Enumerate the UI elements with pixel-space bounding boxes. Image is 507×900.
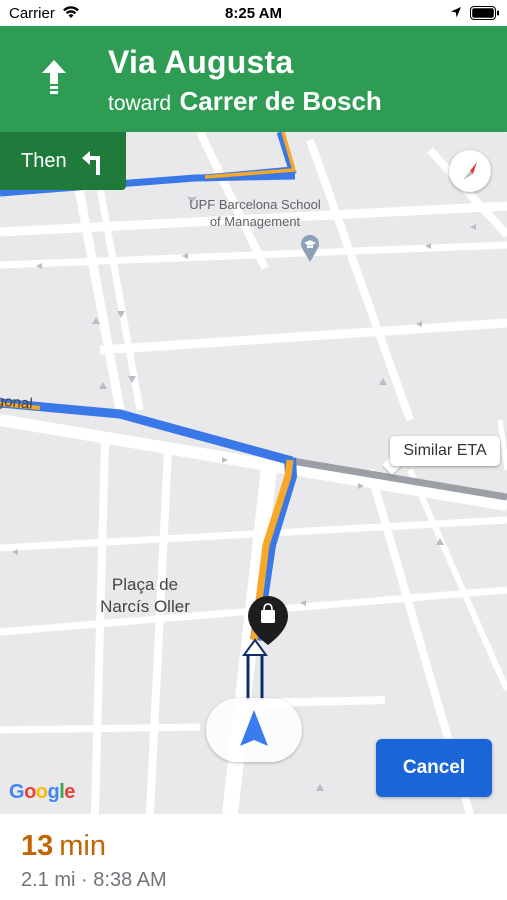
current-street: Via Augusta — [108, 44, 294, 80]
place-label-line2: Narcís Oller — [100, 597, 190, 616]
duration-unit: min — [59, 830, 106, 862]
street-label: gonal — [0, 392, 34, 413]
battery-icon — [470, 6, 500, 25]
next-maneuver[interactable]: Then — [0, 132, 126, 190]
compass-button[interactable] — [449, 150, 491, 192]
poi-label[interactable]: UPF Barcelona School of Management — [170, 196, 340, 230]
status-bar: Carrier 8:25 AM — [0, 0, 507, 26]
navigation-arrow-icon — [240, 710, 268, 746]
logo-letter: o — [24, 781, 36, 803]
turn-left-icon — [80, 148, 106, 181]
compass-icon — [463, 162, 477, 180]
arrival-time: 8:38 AM — [93, 869, 167, 891]
current-location-puck — [206, 698, 302, 762]
similar-eta-bubble[interactable]: Similar ETA — [390, 436, 500, 466]
toward-label: toward — [108, 92, 172, 115]
poi-label-line1: UPF Barcelona School — [189, 197, 321, 212]
logo-letter: g — [47, 781, 60, 803]
trip-details: 2.1 mi · 8:38 AM — [21, 869, 167, 892]
place-label: Plaça de Narcís Oller — [82, 574, 208, 618]
clock: 8:25 AM — [225, 5, 282, 22]
google-logo: Google — [9, 781, 75, 804]
place-label-line1: Plaça de — [111, 575, 179, 594]
separator-dot: · — [81, 869, 88, 891]
toward-row: toward Carrer de Bosch — [108, 86, 382, 117]
logo-letter: o — [35, 781, 48, 803]
logo-letter: e — [64, 781, 75, 803]
cancel-button[interactable]: Cancel — [376, 739, 492, 797]
duration-value: 13 — [21, 830, 54, 862]
navigation-banner[interactable]: Via Augusta toward Carrer de Bosch — [0, 26, 507, 132]
toward-street: Carrer de Bosch — [179, 86, 382, 116]
straight-arrow-icon — [38, 58, 70, 101]
logo-letter: G — [9, 781, 25, 803]
trip-distance: 2.1 mi — [21, 869, 76, 891]
then-label: Then — [21, 150, 67, 172]
location-arrow-icon — [450, 6, 462, 24]
poi-label-line2: of Management — [209, 214, 301, 229]
trip-duration: 13 min — [21, 830, 106, 863]
trip-summary-panel[interactable]: 13 min 2.1 mi · 8:38 AM — [0, 814, 507, 900]
